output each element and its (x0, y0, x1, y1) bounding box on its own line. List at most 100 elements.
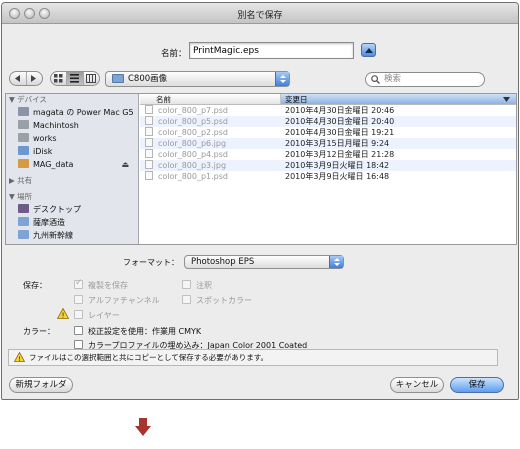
forward-button[interactable] (27, 72, 43, 85)
folder-icon (112, 74, 124, 83)
layers-checkbox[interactable] (74, 310, 83, 319)
column-name-header[interactable]: 名前 (140, 94, 281, 104)
as-copy-checkbox[interactable] (74, 278, 83, 289)
updown-arrows-icon (275, 72, 289, 86)
chevron-up-icon (365, 48, 373, 53)
column-view-button[interactable] (84, 72, 99, 85)
file-browser: ▼ デバイス magata の Power Mac G5 Machintosh … (5, 93, 517, 245)
hard-drive-icon (18, 120, 29, 129)
columns-icon (86, 74, 97, 83)
expand-button[interactable] (361, 43, 376, 57)
file-list: 名前 変更日 color_800_p7.psd 2010年4月30日金曜日 20:… (140, 94, 516, 244)
name-label: 名前： (161, 49, 187, 59)
back-forward-buttons (9, 71, 43, 86)
arrow-right-icon (31, 75, 37, 82)
notes-label: 注釈 (196, 281, 212, 290)
down-arrow-icon (135, 418, 151, 436)
file-list-header: 名前 変更日 (140, 94, 516, 105)
file-row[interactable]: color_800_p4.psd 2010年3月12日金曜日 21:28 (140, 149, 516, 160)
warning-icon: ! (14, 352, 25, 362)
save-button[interactable]: 保存 (450, 377, 504, 393)
hard-drive-icon (18, 133, 29, 142)
svg-text:!: ! (18, 355, 21, 362)
filename-input[interactable] (189, 42, 354, 59)
sidebar: ▼ デバイス magata の Power Mac G5 Machintosh … (6, 94, 139, 244)
desktop-icon (18, 204, 29, 213)
embed-profile-checkbox[interactable] (74, 340, 83, 349)
psd-file-icon (145, 116, 153, 125)
psd-file-icon (145, 127, 153, 136)
file-row[interactable]: color_800_p3.jpg 2010年3月9日火曜日 18:42 (140, 160, 516, 171)
folder-icon (18, 230, 29, 239)
save-options: フォーマット： Photoshop EPS 保存： 複製を保存 注釈 アルファチ… (2, 247, 518, 369)
sidebar-item-machintosh[interactable]: Machintosh (6, 119, 138, 132)
window-title: 別名で保存 (237, 11, 283, 21)
sidebar-item-idisk[interactable]: iDisk (6, 145, 138, 158)
jpg-file-icon (145, 160, 153, 169)
psd-file-icon (145, 105, 153, 114)
alpha-channels-label: アルファチャンネル (88, 296, 160, 305)
location-label: C800画像 (128, 74, 168, 84)
new-folder-button[interactable]: 新規フォルダ (9, 377, 73, 393)
sidebar-item-kyushu[interactable]: 九州新幹線 (6, 229, 138, 242)
search-field[interactable]: 検索 (365, 72, 485, 87)
sidebar-item-satsuma[interactable]: 薩摩酒造 (6, 216, 138, 229)
cancel-button[interactable]: キャンセル (390, 377, 444, 393)
location-popup[interactable]: C800画像 (105, 71, 290, 87)
sidebar-section-devices[interactable]: ▼ デバイス (6, 94, 138, 106)
toolbar: C800画像 検索 (2, 68, 518, 92)
notes-checkbox[interactable] (182, 280, 191, 289)
jpg-file-icon (145, 138, 153, 147)
file-row[interactable]: color_800_p6.jpg 2010年3月15日月曜日 9:24 (140, 138, 516, 149)
save-label: 保存： (23, 281, 47, 290)
column-date-header[interactable]: 変更日 (281, 94, 516, 104)
warning-message: ! ファイルはこの選択範囲と共にコピーとして保存する必要があります。 (8, 349, 498, 366)
file-row[interactable]: color_800_p2.psd 2010年4月30日金曜日 19:21 (140, 127, 516, 138)
sidebar-item-desktop[interactable]: デスクトップ (6, 203, 138, 216)
psd-file-icon (145, 171, 153, 180)
svg-text:!: ! (62, 312, 65, 320)
spot-colors-label: スポットカラー (196, 296, 252, 305)
sort-descending-icon (503, 97, 510, 102)
psd-file-icon (145, 149, 153, 158)
updown-arrows-icon (329, 256, 343, 268)
format-popup[interactable]: Photoshop EPS (184, 255, 344, 269)
list-icon (70, 74, 80, 83)
sidebar-item-mag-data[interactable]: MAG_data ⏏ (6, 158, 138, 171)
computer-icon (18, 107, 29, 116)
sidebar-section-shared[interactable]: ▶ 共有 (6, 175, 138, 187)
color-label: カラー： (23, 327, 55, 336)
alpha-channels-checkbox[interactable] (74, 295, 83, 304)
idisk-icon (18, 146, 29, 155)
warning-icon: ! (57, 308, 69, 319)
sidebar-item-computer[interactable]: magata の Power Mac G5 (6, 106, 138, 119)
file-row[interactable]: color_800_p5.psd 2010年4月30日金曜日 20:40 (140, 116, 516, 127)
format-label: フォーマット： (123, 258, 179, 267)
grid-icon (54, 74, 63, 83)
warning-text: ファイルはこの選択範囲と共にコピーとして保存する必要があります。 (29, 353, 269, 362)
layers-label: レイヤー (88, 311, 120, 320)
proof-setup-checkbox[interactable] (74, 326, 83, 335)
button-bar: 新規フォルダ キャンセル 保存 (2, 375, 518, 399)
spot-colors-checkbox[interactable] (182, 295, 191, 304)
eject-icon[interactable]: ⏏ (121, 158, 129, 171)
icon-view-button[interactable] (51, 72, 68, 85)
search-icon (371, 75, 380, 84)
search-placeholder: 検索 (384, 74, 402, 84)
file-rows: color_800_p7.psd 2010年4月30日金曜日 20:46 colo… (140, 105, 516, 182)
as-copy-label: 複製を保存 (88, 281, 128, 290)
title-bar: 別名で保存 (2, 3, 518, 24)
sidebar-section-places[interactable]: ▼ 場所 (6, 191, 138, 203)
sidebar-item-works[interactable]: works (6, 132, 138, 145)
format-value: Photoshop EPS (191, 257, 255, 267)
file-row[interactable]: color_800_p1.psd 2010年3月9日火曜日 16:48 (140, 171, 516, 182)
file-row[interactable]: color_800_p7.psd 2010年4月30日金曜日 20:46 (140, 105, 516, 116)
proof-setup-label: 校正設定を使用：作業用 CMYK (88, 327, 202, 336)
arrow-left-icon (14, 75, 20, 82)
save-as-dialog: 別名で保存 名前： C800画像 検索 ▼ デバイス magata の Powe… (1, 2, 519, 400)
view-mode-buttons (50, 71, 100, 86)
disk-icon (18, 159, 29, 168)
list-view-button[interactable] (67, 72, 84, 85)
folder-icon (18, 217, 29, 226)
back-button[interactable] (10, 72, 27, 85)
